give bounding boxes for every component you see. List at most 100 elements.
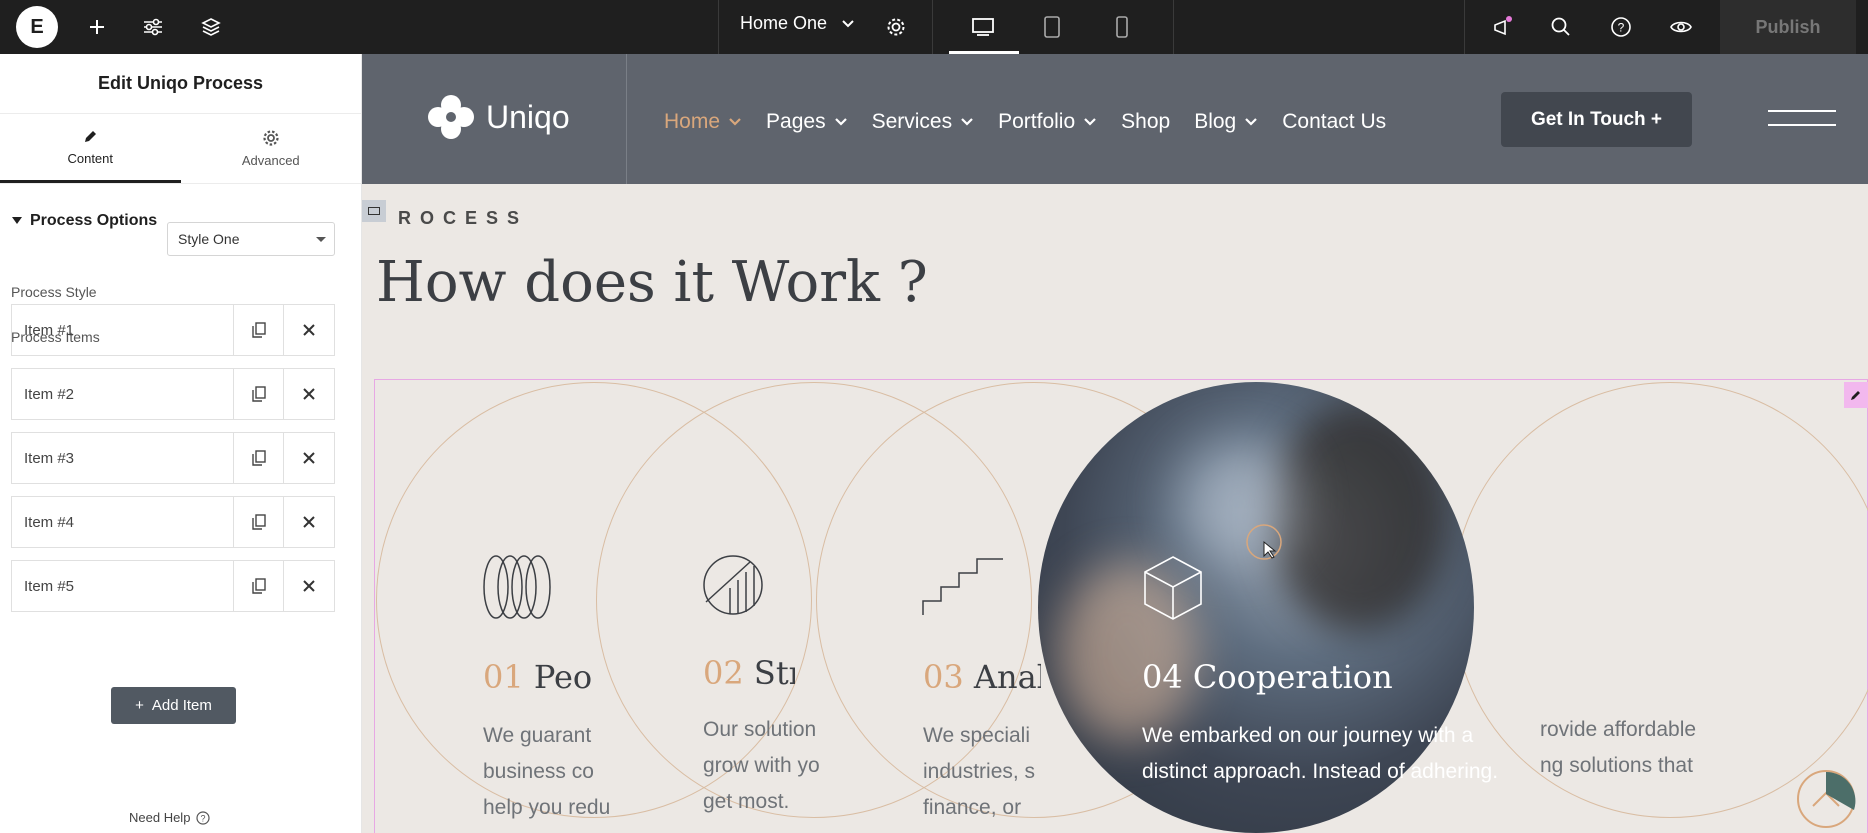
caret-down-icon bbox=[316, 237, 326, 242]
publish-button[interactable]: Publish bbox=[1720, 0, 1856, 54]
pencil-icon bbox=[1851, 391, 1860, 400]
section-title: Process Options bbox=[30, 212, 158, 229]
duplicate-icon[interactable] bbox=[234, 433, 284, 483]
close-icon[interactable] bbox=[284, 305, 334, 355]
plus-icon: + bbox=[135, 697, 144, 714]
repeater-item: Item #4 bbox=[11, 496, 335, 548]
help-icon[interactable]: ? bbox=[1606, 12, 1636, 42]
eye-icon[interactable] bbox=[1666, 12, 1696, 42]
nav-item-home[interactable]: Home bbox=[664, 110, 742, 134]
pencil-icon bbox=[85, 130, 97, 142]
layers-icon[interactable] bbox=[196, 12, 226, 42]
page-select[interactable]: Home One bbox=[740, 13, 855, 34]
process-number: 04 bbox=[1142, 658, 1183, 696]
process-style-select[interactable]: Style One bbox=[167, 222, 335, 256]
repeater-item-title[interactable]: Item #2 bbox=[12, 369, 234, 419]
repeater-item: Item #1 bbox=[11, 304, 335, 356]
page-name: Home One bbox=[740, 13, 828, 33]
process-title: 03 Anal bbox=[923, 658, 1041, 696]
nav-label: Services bbox=[871, 110, 953, 133]
process-title-text: Anal bbox=[973, 658, 1041, 696]
process-desc: We speciali industries, s finance, or ma bbox=[923, 724, 1036, 833]
need-help-label: Need Help bbox=[129, 810, 191, 825]
add-item-button[interactable]: + Add Item bbox=[111, 687, 236, 724]
site-nav: Home Pages Services Portfolio Shop Blog … bbox=[664, 110, 1410, 134]
process-title: 04 Cooperation bbox=[1142, 658, 1393, 696]
plus-icon[interactable] bbox=[82, 12, 112, 42]
nav-item-contact[interactable]: Contact Us bbox=[1282, 110, 1386, 134]
nav-item-portfolio[interactable]: Portfolio bbox=[998, 110, 1097, 134]
repeater-item-title[interactable]: Item #5 bbox=[12, 561, 234, 611]
elementor-logo-button[interactable]: E bbox=[16, 6, 58, 48]
chevron-down-icon bbox=[834, 118, 847, 126]
repeater-item: Item #2 bbox=[11, 368, 335, 420]
caret-down-icon bbox=[12, 217, 22, 224]
nav-item-blog[interactable]: Blog bbox=[1194, 110, 1258, 134]
help-icon: ? bbox=[196, 810, 211, 825]
tab-advanced[interactable]: Advanced bbox=[181, 114, 362, 183]
cube-icon bbox=[1144, 556, 1202, 620]
process-style-label: Process Style bbox=[11, 284, 97, 300]
nav-item-services[interactable]: Services bbox=[872, 110, 975, 134]
svg-text:?: ? bbox=[201, 813, 206, 823]
process-items-list: Item #1 Item #2 Item #3 Item #4 Item #5 bbox=[11, 304, 335, 624]
close-icon[interactable] bbox=[284, 497, 334, 547]
desktop-icon[interactable] bbox=[968, 12, 998, 42]
megaphone-icon[interactable] bbox=[1488, 12, 1518, 42]
edit-widget-button[interactable] bbox=[1844, 382, 1868, 408]
nav-item-pages[interactable]: Pages bbox=[766, 110, 848, 134]
editor-topbar: E Home One ? Publish bbox=[0, 0, 1868, 54]
process-number: 03 bbox=[923, 658, 964, 696]
process-title: 02 Strat bbox=[703, 654, 795, 692]
svg-text:?: ? bbox=[1618, 21, 1625, 35]
cursor-icon bbox=[1246, 524, 1282, 560]
site-logo[interactable]: Uniqo bbox=[426, 94, 570, 140]
tab-label: Advanced bbox=[241, 153, 300, 168]
process-number: 02 bbox=[703, 654, 744, 692]
panel-title: Edit Uniqo Process bbox=[0, 54, 361, 114]
close-icon[interactable] bbox=[284, 369, 334, 419]
site-header: Uniqo Home Pages Services Portfolio Shop… bbox=[362, 54, 1868, 184]
stairs-icon bbox=[922, 558, 1003, 615]
panel-tabs: Content Advanced bbox=[0, 114, 361, 184]
duplicate-icon[interactable] bbox=[234, 561, 284, 611]
need-help-link[interactable]: Need Help ? bbox=[129, 810, 211, 825]
nav-label: Pages bbox=[766, 110, 826, 133]
rings-icon bbox=[483, 555, 551, 619]
mobile-icon[interactable] bbox=[1107, 12, 1137, 42]
process-desc: We embarked on our journey with a distin… bbox=[1142, 724, 1499, 783]
preview-canvas: Uniqo Home Pages Services Portfolio Shop… bbox=[362, 54, 1868, 833]
repeater-item: Item #5 bbox=[11, 560, 335, 612]
section-handle[interactable] bbox=[362, 200, 386, 222]
sliders-icon[interactable] bbox=[138, 12, 168, 42]
tablet-icon[interactable] bbox=[1037, 12, 1067, 42]
process-style-value: Style One bbox=[178, 231, 240, 247]
duplicate-icon[interactable] bbox=[234, 497, 284, 547]
close-icon[interactable] bbox=[284, 561, 334, 611]
chevron-down-icon bbox=[1245, 118, 1258, 126]
repeater-item-title[interactable]: Item #4 bbox=[12, 497, 234, 547]
repeater-item-title[interactable]: Item #3 bbox=[12, 433, 234, 483]
nav-label: Blog bbox=[1194, 110, 1237, 133]
repeater-item-title[interactable]: Item #1 bbox=[12, 305, 234, 355]
get-in-touch-button[interactable]: Get In Touch + bbox=[1501, 92, 1692, 147]
hamburger-menu-icon[interactable] bbox=[1768, 110, 1836, 138]
section-heading: How does it Work ? bbox=[376, 250, 928, 315]
duplicate-icon[interactable] bbox=[234, 305, 284, 355]
nav-item-shop[interactable]: Shop bbox=[1121, 110, 1170, 134]
process-title-text: Cooperation bbox=[1192, 658, 1393, 696]
chevron-down-icon bbox=[1084, 118, 1096, 126]
nav-label: Portfolio bbox=[998, 110, 1076, 133]
search-icon[interactable] bbox=[1546, 12, 1576, 42]
process-title: 01 Peop bbox=[483, 658, 593, 696]
gear-icon bbox=[263, 130, 279, 146]
tab-content[interactable]: Content bbox=[0, 114, 181, 183]
chevron-down-icon bbox=[729, 118, 741, 126]
growth-chart-icon bbox=[703, 555, 763, 615]
process-number: 01 bbox=[483, 658, 524, 696]
gear-icon[interactable] bbox=[881, 12, 911, 42]
nav-label: Contact Us bbox=[1282, 110, 1387, 133]
duplicate-icon[interactable] bbox=[234, 369, 284, 419]
close-icon[interactable] bbox=[284, 433, 334, 483]
process-title-text: Strat bbox=[753, 654, 795, 692]
